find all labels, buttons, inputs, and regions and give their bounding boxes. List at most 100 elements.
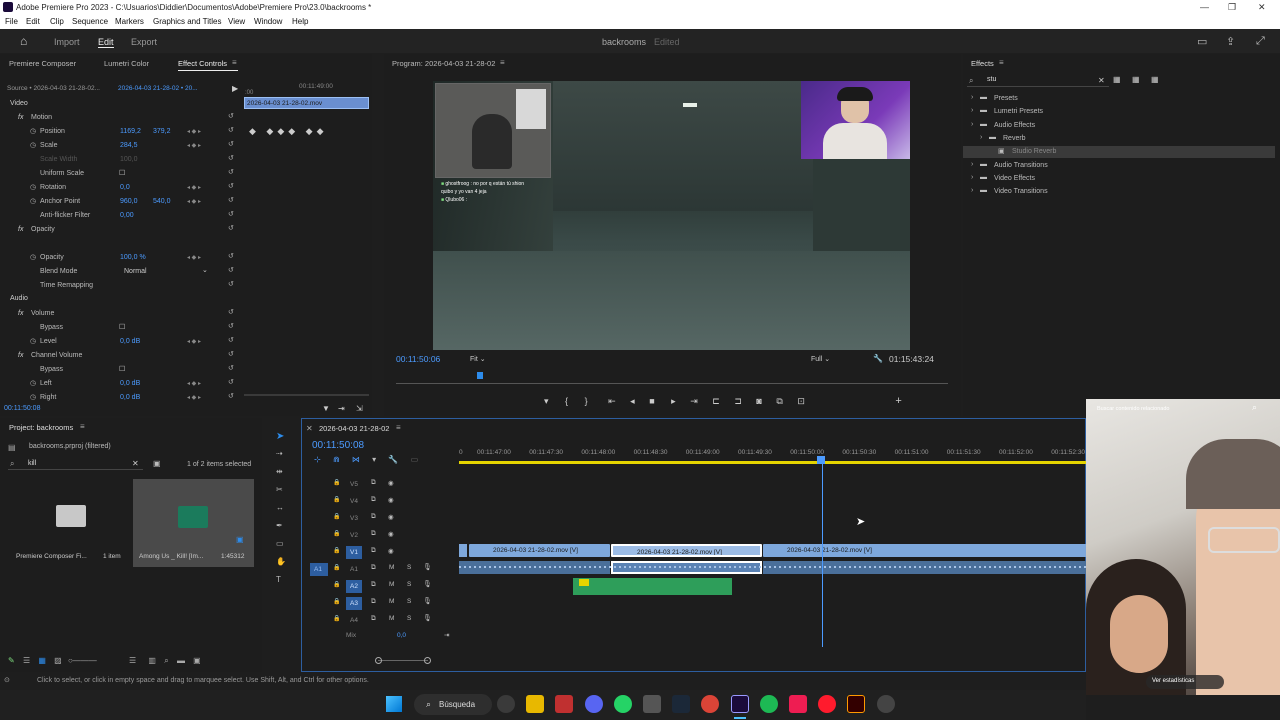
effects-tree-item[interactable]: › ▬ Lumetri Presets (963, 106, 1275, 118)
accelerated-effects-icon[interactable]: ▦ (1113, 75, 1121, 84)
track-area[interactable]: 2026-04-03 21-28-02.mov [V] 2026-04-03 2… (459, 459, 1087, 647)
reset-icon[interactable]: ↺ (228, 252, 234, 260)
lock-icon[interactable]: 🔒 (333, 479, 340, 486)
effect-row[interactable]: ☐ Uniform Scale ↺ (0, 167, 242, 181)
track-header-a2[interactable]: 🔒 A2 ⧉ M S 🎙 (302, 579, 459, 594)
go-to-in-icon[interactable]: ⇤ (608, 396, 616, 406)
reset-icon[interactable]: ↺ (228, 224, 234, 232)
sync-lock-icon[interactable]: ⧉ (371, 581, 376, 589)
effects-search-input[interactable]: stu (987, 76, 996, 83)
export-icon[interactable]: ⇥ (338, 404, 345, 413)
share-icon[interactable]: ⇪ (1226, 35, 1235, 48)
list-view-icon[interactable]: ☰ (23, 656, 30, 665)
reset-icon[interactable]: ↺ (228, 336, 234, 344)
track-name[interactable]: V1 (346, 546, 362, 559)
new-item-icon[interactable]: ▣ (193, 656, 201, 665)
microphone-icon[interactable]: 🎙 (423, 597, 432, 605)
keyframe-nav-icon[interactable]: ◂ ◆ ▸ (187, 142, 201, 149)
solo-button[interactable]: S (407, 615, 411, 622)
lock-icon[interactable]: 🔒 (333, 615, 340, 622)
reset-icon[interactable]: ↺ (228, 322, 234, 330)
file-explorer-icon[interactable] (526, 695, 544, 713)
reset-icon[interactable]: ↺ (228, 168, 234, 176)
taskbar-search[interactable]: ⌕ Búsqueda (414, 694, 492, 715)
chevron-right-icon[interactable]: › (971, 161, 973, 168)
mark-in-icon[interactable]: { (565, 396, 568, 406)
track-header-v5[interactable]: 🔒 V5 ⧉ ◉ (302, 477, 459, 492)
work-area-bar[interactable] (459, 461, 1087, 464)
timeline-menu-icon[interactable]: ≡ (396, 423, 401, 432)
menu-view[interactable]: View (228, 17, 245, 26)
zoom-handle-left[interactable] (375, 657, 382, 664)
fx-icon[interactable]: fx (18, 310, 23, 317)
effects-menu-icon[interactable]: ≡ (999, 58, 1004, 67)
go-to-end-icon[interactable]: ⇥ (444, 631, 449, 639)
source-patch[interactable] (310, 546, 328, 559)
menu-graphics[interactable]: Graphics and Titles (153, 17, 221, 26)
play-icon[interactable]: ▶ (232, 84, 238, 93)
panel-menu-icon[interactable]: ≡ (232, 58, 237, 67)
pencil-icon[interactable]: ✎ (8, 656, 15, 665)
effect-row[interactable]: ◷ Level 0,0 dB ◂ ◆ ▸ ↺ (0, 335, 242, 349)
menu-help[interactable]: Help (292, 17, 308, 26)
discord-icon[interactable] (585, 695, 603, 713)
clip-v1-c[interactable]: 2026-04-03 21-28-02.mov [V] (763, 544, 1087, 557)
nest-icon[interactable]: ⊹ (314, 455, 321, 464)
stopwatch-icon[interactable]: ◷ (30, 183, 36, 191)
keyframe-nav-icon[interactable]: ◂ ◆ ▸ (187, 184, 201, 191)
chrome-profile-icon[interactable] (497, 695, 515, 713)
effect-row[interactable]: Anti-flicker Filter 0,00 ↺ (0, 209, 242, 223)
chevron-right-icon[interactable]: › (971, 121, 973, 128)
ver-estadisticas-button[interactable]: Ver estadísticas (1146, 675, 1224, 689)
project-search[interactable]: ⌕ kill ✕ (8, 458, 143, 470)
pen-tool-icon[interactable]: ✒ (276, 521, 283, 530)
sync-lock-icon[interactable]: ⧉ (371, 564, 376, 572)
stopwatch-icon[interactable]: ◷ (30, 253, 36, 261)
add-marker-icon[interactable]: ▾ (372, 455, 376, 464)
effect-row[interactable]: ◷ Rotation 0,0 ◂ ◆ ▸ ↺ (0, 181, 242, 195)
reset-icon[interactable]: ↺ (228, 154, 234, 162)
menu-window[interactable]: Window (254, 17, 282, 26)
reset-icon[interactable]: ↺ (228, 308, 234, 316)
mute-button[interactable]: M (389, 581, 394, 588)
sync-lock-icon[interactable]: ⧉ (371, 479, 376, 487)
hand-tool-icon[interactable]: ✋ (276, 557, 286, 566)
reset-icon[interactable]: ↺ (228, 140, 234, 148)
reset-icon[interactable]: ↺ (228, 392, 234, 400)
timeline-playhead-handle[interactable] (817, 456, 825, 464)
ec-scrollbar[interactable] (244, 394, 369, 396)
effect-row[interactable]: fx Volume ↺ (0, 307, 242, 321)
track-name[interactable]: A2 (346, 580, 362, 593)
effect-row[interactable]: fx Opacity ↺ (0, 223, 242, 237)
effect-row-value[interactable]: Normal (124, 268, 147, 275)
effect-row-value[interactable]: 0,0 (120, 184, 130, 191)
effect-row[interactable]: ◷ Right 0,0 dB ◂ ◆ ▸ ↺ (0, 391, 242, 405)
keyframe-nav-icon[interactable]: ◂ ◆ ▸ (187, 128, 201, 135)
track-name[interactable]: V3 (346, 512, 362, 525)
stopwatch-icon[interactable]: ◷ (30, 337, 36, 345)
32bit-effects-icon[interactable]: ▦ (1132, 75, 1140, 84)
track-header-a4[interactable]: 🔒 A4 ⧉ M S 🎙 (302, 613, 459, 628)
menu-file[interactable]: File (5, 17, 18, 26)
mix-value[interactable]: 0,0 (397, 632, 406, 639)
effect-row-value2[interactable]: 540,0 (153, 198, 171, 205)
chevron-right-icon[interactable]: › (971, 174, 973, 181)
effect-row-value[interactable]: 0,0 dB (120, 380, 140, 387)
effect-row-value[interactable]: 284,5 (120, 142, 138, 149)
effect-row-value[interactable]: 100,0 % (120, 254, 146, 261)
keyframe-nav-icon[interactable]: ◂ ◆ ▸ (187, 380, 201, 387)
effect-row[interactable]: fx Motion ↺ (0, 111, 242, 125)
find-icon[interactable]: ⌕ (164, 656, 168, 665)
effect-row-value[interactable]: 1169,2 (120, 128, 141, 135)
menu-edit[interactable]: Edit (26, 17, 40, 26)
new-bin-footer-icon[interactable]: ▬ (177, 656, 185, 665)
lock-icon[interactable]: 🔒 (333, 530, 340, 537)
microphone-icon[interactable]: 🎙 (423, 563, 432, 571)
sort-icon[interactable]: ☰ (129, 656, 136, 665)
resolution-dropdown[interactable]: Full ⌄ (811, 355, 830, 363)
solo-button[interactable]: S (407, 564, 411, 571)
effect-row[interactable]: fx Channel Volume ↺ (0, 349, 242, 363)
lock-icon[interactable]: 🔒 (333, 547, 340, 554)
program-scrub-bar[interactable] (396, 383, 948, 384)
effect-row[interactable]: Blend Mode Normal ⌄ ↺ (0, 265, 242, 279)
